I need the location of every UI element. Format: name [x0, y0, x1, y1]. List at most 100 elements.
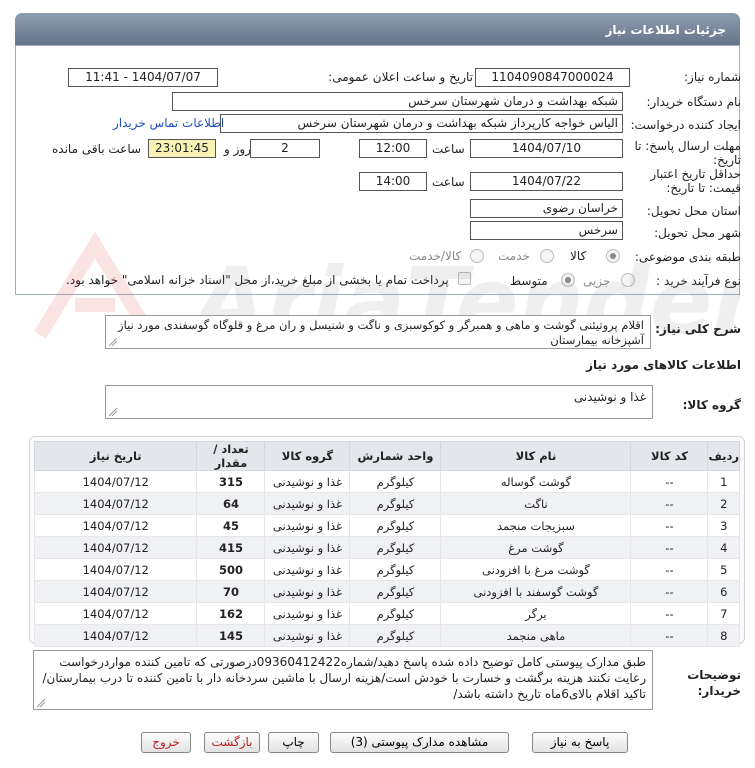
cell-name: سبزیجات منجمد	[440, 514, 632, 537]
province-label: استان محل تحویل:	[646, 204, 741, 218]
deadline-label: مهلت ارسال پاسخ: تا	[634, 139, 741, 153]
col-header-quantity: تعداد / مقدار	[196, 441, 266, 471]
deadline-time-field: 12:00	[359, 139, 427, 158]
cell-unit: کیلوگرم	[349, 624, 442, 647]
cell-code: --	[630, 558, 709, 581]
category-label: طبقه بندی موضوعی:	[634, 250, 741, 264]
notes-box: طبق مدارک پیوستی کامل توضیح داده شده پاس…	[33, 650, 653, 710]
cell-quantity: 145	[196, 624, 266, 647]
page-title: جزئیات اطلاعات نیاز	[605, 23, 726, 37]
cell-name: گوشت مرغ با افزودنی	[440, 558, 632, 581]
notes-text: طبق مدارک پیوستی کامل توضیح داده شده پاس…	[42, 655, 646, 701]
category-radio-goods[interactable]	[606, 249, 620, 263]
category-option-goods-service: کالا/خدمت	[409, 249, 462, 263]
back-button[interactable]: بازگشت	[204, 732, 260, 753]
resize-grip-icon[interactable]	[109, 338, 117, 346]
city-field: سرخس	[470, 221, 623, 240]
resize-grip-icon[interactable]	[37, 699, 45, 707]
table-row: 6 -- گوشت گوسفند با افزودنی کیلوگرم غذا و نو…	[33, 580, 740, 603]
summary-box: اقلام پروتیئنی گوشت و ماهی و همبرگر و کو…	[105, 315, 651, 349]
deadline-label-date: تاریخ:	[713, 153, 741, 167]
col-header-date: تاریخ نیاز	[33, 441, 198, 471]
cell-quantity: 70	[196, 580, 266, 603]
cell-code: --	[630, 536, 709, 559]
goods-group-box: غذا و نوشیدنی	[105, 385, 653, 419]
deadline-time-label: ساعت	[432, 142, 465, 156]
cell-date: 1404/07/12	[33, 470, 198, 493]
cell-quantity: 45	[196, 514, 266, 537]
cell-row-number: 7	[707, 602, 740, 625]
cell-group: غذا و نوشیدنی	[264, 492, 351, 515]
col-header-unit: واحد شمارش	[349, 441, 442, 471]
cell-row-number: 8	[707, 624, 740, 647]
cell-quantity: 500	[196, 558, 266, 581]
announce-field: 1404/07/07 - 11:41	[68, 68, 218, 87]
buyer-org-field: شبکه بهداشت و درمان شهرستان سرخس	[172, 92, 623, 111]
cell-unit: کیلوگرم	[349, 514, 442, 537]
cell-unit: کیلوگرم	[349, 580, 442, 603]
cell-date: 1404/07/12	[33, 492, 198, 515]
resize-grip-icon[interactable]	[109, 408, 117, 416]
cell-group: غذا و نوشیدنی	[264, 514, 351, 537]
cell-code: --	[630, 492, 709, 515]
category-radio-service[interactable]	[540, 249, 554, 263]
cell-unit: کیلوگرم	[349, 536, 442, 559]
category-radio-goods-service[interactable]	[470, 249, 484, 263]
cell-row-number: 5	[707, 558, 740, 581]
cell-code: --	[630, 514, 709, 537]
attachments-button[interactable]: مشاهده مدارک پیوستی (3)	[330, 732, 509, 753]
cell-unit: کیلوگرم	[349, 602, 442, 625]
col-header-group: گروه کالا	[264, 441, 351, 471]
process-option-medium: متوسط	[510, 274, 548, 288]
cell-name: گوشت گوسفند با افزودنی	[440, 580, 632, 603]
process-label: نوع فرآیند خرید :	[656, 274, 741, 288]
validity-time-field: 14:00	[359, 172, 427, 191]
col-header-row-number: ردیف	[707, 441, 740, 471]
days-field: 2	[250, 139, 320, 158]
cell-date: 1404/07/12	[33, 558, 198, 581]
announce-label: تاریخ و ساعت اعلان عمومی:	[328, 70, 473, 84]
treasury-checkbox[interactable]	[458, 272, 471, 285]
cell-unit: کیلوگرم	[349, 492, 442, 515]
cell-row-number: 4	[707, 536, 740, 559]
table-row: 5 -- گوشت مرغ با افزودنی کیلوگرم غذا و نوشید…	[33, 558, 740, 581]
col-header-code: کد کالا	[630, 441, 709, 471]
creator-label: ایجاد کننده درخواست:	[630, 118, 741, 132]
table-row: 3 -- سبزیجات منجمد کیلوگرم غذا و نوشیدنی 45 14…	[33, 514, 740, 537]
cell-code: --	[630, 624, 709, 647]
notes-label: توضیحات	[687, 668, 741, 682]
buyer-contact-link[interactable]: اطلاعات تماس خریدار	[113, 116, 224, 130]
cell-row-number: 1	[707, 470, 740, 493]
validity-date-field: 1404/07/22	[470, 172, 623, 191]
reply-button[interactable]: پاسخ به نیاز	[532, 732, 628, 753]
table-row: 7 -- برگر کیلوگرم غذا و نوشیدنی 162 1404/07/12	[33, 602, 740, 625]
creator-field: الیاس خواجه کارپرداز شبکه بهداشت و درمان…	[220, 114, 623, 133]
validity-label: حداقل تاریخ اعتبار	[650, 167, 741, 181]
cell-name: ناگت	[440, 492, 632, 515]
process-radio-minor[interactable]	[621, 273, 635, 287]
exit-button[interactable]: خروج	[141, 732, 191, 753]
cell-quantity: 415	[196, 536, 266, 559]
cell-code: --	[630, 602, 709, 625]
table-row: 1 -- گوشت گوساله کیلوگرم غذا و نوشیدنی 315 140…	[33, 470, 740, 493]
cell-name: ماهی منجمد	[440, 624, 632, 647]
cell-code: --	[630, 580, 709, 603]
cell-date: 1404/07/12	[33, 580, 198, 603]
treasury-note: پرداخت تمام یا بخشی از مبلغ خرید،از محل …	[66, 273, 449, 287]
cell-row-number: 3	[707, 514, 740, 537]
days-label: روز و	[224, 142, 251, 156]
city-label: شهر محل تحویل:	[654, 226, 741, 240]
process-option-minor: جزیی	[583, 274, 611, 288]
category-option-goods: کالا	[570, 249, 587, 263]
print-button[interactable]: چاپ	[268, 732, 319, 753]
category-option-service: خدمت	[498, 249, 530, 263]
cell-row-number: 2	[707, 492, 740, 515]
cell-group: غذا و نوشیدنی	[264, 602, 351, 625]
process-radio-medium[interactable]	[561, 273, 575, 287]
cell-quantity: 162	[196, 602, 266, 625]
table-row: 8 -- ماهی منجمد کیلوگرم غذا و نوشیدنی 145 1404…	[33, 624, 740, 647]
need-number-field: 1104090847000024	[475, 68, 630, 87]
remaining-label: ساعت باقی مانده	[52, 142, 142, 156]
summary-label: شرح کلی نیاز:	[655, 322, 741, 336]
need-number-label: شماره نیاز:	[684, 70, 741, 84]
